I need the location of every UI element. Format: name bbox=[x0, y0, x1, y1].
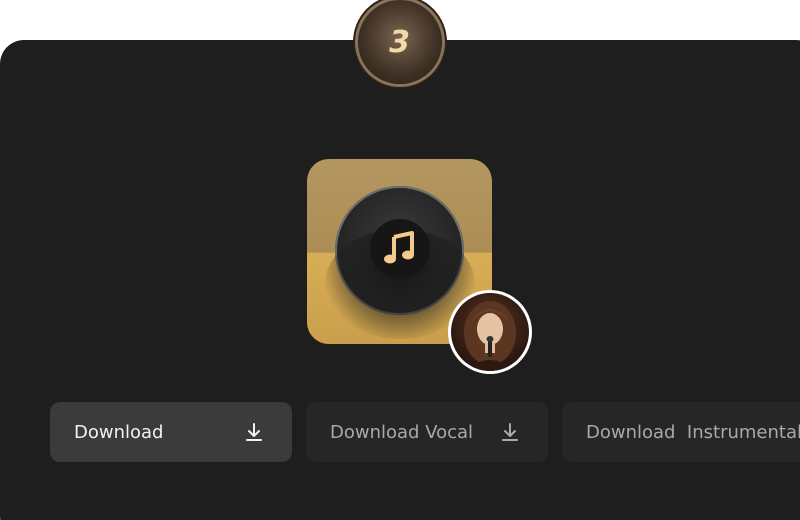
download-instrumental-button[interactable]: Download Instrumental bbox=[562, 402, 800, 462]
download-vocal-button[interactable]: Download Vocal bbox=[306, 402, 548, 462]
singer-portrait-icon bbox=[464, 301, 516, 371]
download-button-label: Download bbox=[74, 421, 164, 443]
download-instrumental-button-label: Download Instrumental bbox=[586, 421, 800, 443]
step-number: 3 bbox=[389, 24, 411, 60]
music-note-icon bbox=[384, 231, 414, 264]
download-icon bbox=[502, 423, 518, 441]
stage: 3 Download Download Vocal Download Instr… bbox=[0, 0, 800, 520]
download-icon bbox=[246, 423, 262, 441]
singer-photo bbox=[451, 293, 529, 371]
music-note-badge bbox=[370, 219, 430, 279]
download-vocal-button-label: Download Vocal bbox=[330, 421, 474, 443]
singer-avatar bbox=[448, 290, 532, 374]
step-badge: 3 bbox=[358, 0, 442, 84]
download-button[interactable]: Download bbox=[50, 402, 292, 462]
